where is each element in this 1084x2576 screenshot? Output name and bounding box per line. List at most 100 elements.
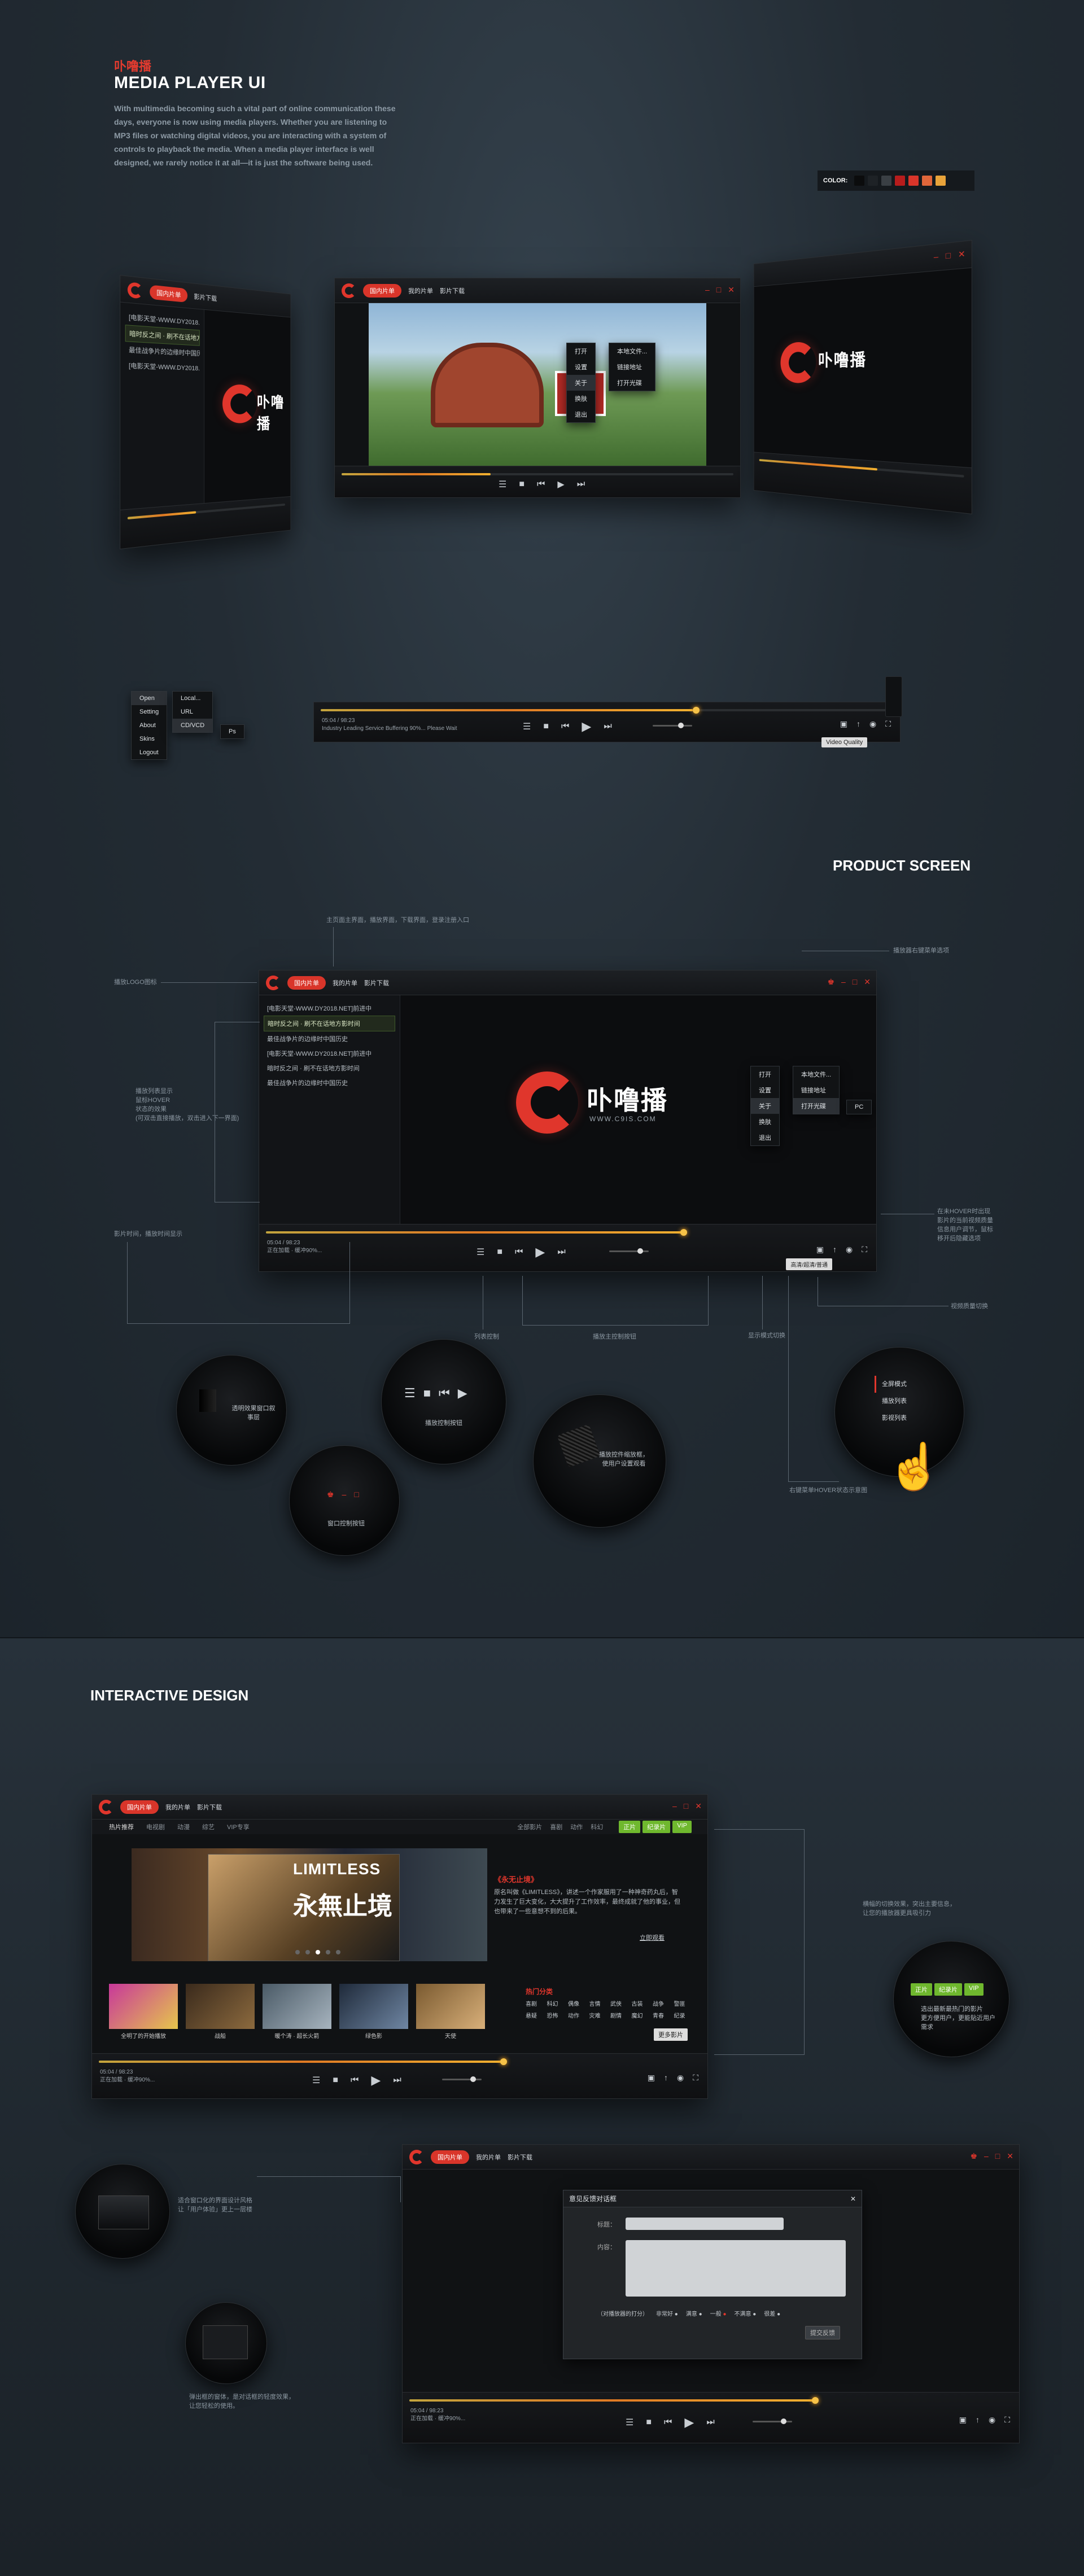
playlist-item[interactable]: 暗时反之间 · 刷不在话地方影时间 — [264, 1061, 395, 1075]
volume-slider[interactable] — [653, 725, 692, 727]
filter-tag[interactable]: 喜剧 — [550, 1822, 562, 1831]
stop-icon[interactable]: ■ — [497, 1247, 502, 1257]
menu-item-local[interactable]: Local... — [173, 692, 212, 705]
next-icon[interactable]: ⏭ — [604, 721, 611, 732]
minimize-icon[interactable]: – — [984, 2151, 989, 2161]
menu-item-cdvcd[interactable]: CD/VCD — [173, 719, 212, 732]
menu-item[interactable]: 关于 — [567, 375, 595, 391]
thumb-card[interactable]: 暖个涛 · 超长火箭 — [263, 1984, 331, 2040]
minimize-icon[interactable]: – — [841, 977, 846, 987]
hot-item[interactable]: 古装 — [632, 1999, 653, 2008]
up-icon[interactable]: ↑ — [833, 1245, 837, 1254]
progress-bar[interactable] — [409, 2399, 816, 2402]
search-pill[interactable]: 国内片单 — [150, 285, 187, 303]
progress-bar[interactable] — [266, 1231, 684, 1234]
up-icon[interactable]: ↑ — [664, 2073, 668, 2083]
volume-slider[interactable] — [753, 2421, 792, 2422]
video-quality-tag[interactable]: 高清/超清/普通 — [786, 1258, 832, 1270]
minimize-icon[interactable]: – — [705, 285, 710, 295]
watch-now-link[interactable]: 立即观看 — [640, 1933, 665, 1942]
close-icon[interactable]: ✕ — [728, 285, 735, 295]
hot-tag[interactable]: VIP — [964, 1983, 984, 1996]
filter-tag[interactable]: 全部影片 — [517, 1822, 542, 1831]
hero-banner[interactable]: LIMITLESS 永無止境 — [132, 1848, 487, 1961]
hot-item[interactable]: 科幻 — [547, 1999, 569, 2008]
mode-icon[interactable]: ▣ — [816, 1245, 824, 1254]
menu-item-open[interactable]: Open — [132, 692, 167, 705]
fullscreen-icon[interactable]: ⛶ — [1004, 2415, 1010, 2425]
hot-item[interactable]: 言情 — [589, 1999, 611, 2008]
play-icon[interactable]: ▶ — [582, 719, 591, 734]
menu-item-setting[interactable]: Setting — [132, 705, 167, 719]
skin-icon[interactable]: ♚ — [970, 2151, 977, 2161]
menu-item[interactable]: 本地文件... — [609, 343, 655, 359]
list-icon[interactable]: ☰ — [499, 479, 506, 490]
minimize-icon[interactable]: – — [672, 1801, 677, 1811]
my-list-link[interactable]: 我的片单 — [165, 1803, 190, 1812]
prev-icon[interactable]: ⏮ — [537, 479, 545, 489]
more-button[interactable]: 更多影片 — [654, 2028, 688, 2041]
browse-pill[interactable]: 国内片单 — [431, 2150, 469, 2164]
volume-slider[interactable] — [442, 2079, 482, 2080]
playlist-item[interactable]: [电影天堂-WWW.DY2018.NET]前进中 — [125, 357, 200, 375]
progress-bar[interactable] — [342, 473, 733, 475]
menu-item[interactable]: 链接地址 — [609, 359, 655, 375]
mode-icon[interactable]: ▣ — [959, 2415, 967, 2425]
stop-icon[interactable]: ■ — [543, 721, 549, 732]
playlist-item[interactable]: 暗时反之间 · 刷不在话地方影时间 — [264, 1016, 395, 1031]
nav-tab[interactable]: 热片推荐 — [109, 1822, 134, 1831]
menu-item[interactable]: 链接地址 — [793, 1082, 839, 1098]
download-link[interactable]: 影片下载 — [194, 291, 217, 303]
thumb-card[interactable]: 全明了的开始播放 — [109, 1984, 178, 2040]
nav-tab[interactable]: VIP专享 — [227, 1822, 250, 1831]
my-list-link[interactable]: 我的片单 — [408, 286, 433, 295]
prev-icon[interactable]: ⏮ — [561, 721, 569, 732]
minimize-icon[interactable]: – — [934, 251, 938, 262]
playlist-item[interactable]: [电影天堂-WWW.DY2018.NET]前进中 — [264, 1001, 395, 1016]
nav-tab[interactable]: 动漫 — [177, 1822, 190, 1831]
browse-pill[interactable]: 国内片单 — [120, 1800, 159, 1814]
menu-item-skins[interactable]: Skins — [132, 732, 167, 746]
close-icon[interactable]: ✕ — [1007, 2151, 1013, 2161]
mode-icon[interactable]: ▣ — [840, 719, 847, 729]
maximize-icon[interactable]: □ — [716, 285, 721, 295]
volume-slider[interactable] — [609, 1250, 649, 1252]
eye-icon[interactable]: ◉ — [677, 2073, 684, 2083]
hot-item[interactable]: 战争 — [653, 1999, 674, 2008]
hot-item[interactable]: 魔幻 — [632, 2011, 653, 2019]
maximize-icon[interactable]: □ — [853, 977, 857, 987]
eye-icon[interactable]: ◉ — [846, 1245, 853, 1254]
rating-option[interactable]: 非常好 ● — [656, 2309, 678, 2317]
menu-item[interactable]: 换肤 — [751, 1114, 779, 1130]
hot-tag[interactable]: 纪录片 — [934, 1983, 962, 1996]
play-icon[interactable]: ▶ — [371, 2073, 381, 2088]
menu-item[interactable]: 打开 — [567, 343, 595, 359]
play-icon[interactable]: ▶ — [684, 2415, 694, 2430]
hot-tag[interactable]: 正片 — [619, 1821, 640, 1833]
dot[interactable] — [336, 1950, 340, 1954]
mode-icon[interactable]: ▣ — [648, 2073, 655, 2083]
title-input[interactable] — [626, 2218, 784, 2230]
dot[interactable] — [295, 1950, 300, 1954]
close-icon[interactable]: ✕ — [695, 1801, 702, 1811]
stop-icon[interactable]: ■ — [646, 2417, 652, 2428]
close-icon[interactable]: ✕ — [958, 249, 965, 260]
skin-icon[interactable]: ♚ — [827, 977, 834, 987]
menu-item[interactable]: 退出 — [751, 1130, 779, 1145]
prev-icon[interactable]: ⏮ — [515, 1247, 523, 1257]
menu-item[interactable]: 本地文件... — [793, 1066, 839, 1082]
hover-menu-item[interactable]: 播放列表 — [875, 1393, 907, 1410]
rating-option[interactable]: 一般 ● — [710, 2309, 727, 2317]
fullscreen-icon[interactable]: ⛶ — [885, 719, 891, 729]
menu-item-ps[interactable]: Ps — [221, 725, 244, 738]
content-textarea[interactable] — [626, 2240, 846, 2297]
my-list-link[interactable]: 我的片单 — [333, 978, 357, 987]
maximize-icon[interactable]: □ — [946, 250, 951, 261]
fullscreen-icon[interactable]: ⛶ — [693, 2073, 698, 2083]
hot-item[interactable]: 灾难 — [589, 2011, 611, 2019]
maximize-icon[interactable]: □ — [995, 2151, 1000, 2161]
submit-button[interactable]: 提交反馈 — [805, 2326, 840, 2339]
nav-tab[interactable]: 电视剧 — [146, 1822, 165, 1831]
thumb-card[interactable]: 绿色影 — [339, 1984, 408, 2040]
menu-item[interactable]: 换肤 — [567, 391, 595, 406]
